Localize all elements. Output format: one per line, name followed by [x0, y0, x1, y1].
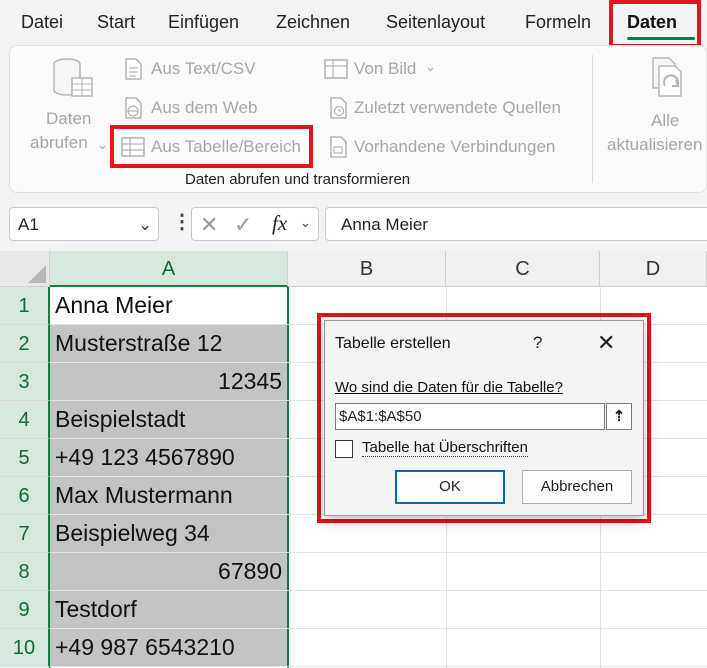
tab-formeln[interactable]: Formeln [525, 12, 591, 33]
existing-connections-icon [330, 136, 347, 158]
create-table-dialog: Tabelle erstellen ? ✕ Wo sind die Daten … [324, 320, 644, 516]
column-header-d[interactable]: D [600, 251, 707, 287]
chevron-down-icon[interactable]: ⌄ [138, 215, 152, 235]
column-header-c[interactable]: C [446, 251, 600, 287]
cell-a1[interactable]: Anna Meier [50, 287, 287, 325]
more-options-icon[interactable]: ⋮ [172, 209, 192, 234]
get-data-label-2[interactable]: abrufen [30, 133, 88, 153]
name-box[interactable]: A1 ⌄ [9, 207, 159, 241]
range-question-text: Wo sind die Daten für die Tabelle? [335, 379, 563, 396]
column-header-a[interactable]: A [50, 251, 288, 287]
from-text-csv-button[interactable]: Aus Text/CSV [151, 59, 256, 79]
highlight-daten-tab [609, 0, 701, 48]
dialog-title: Tabelle erstellen [335, 335, 451, 352]
row-header-5[interactable]: 5 [0, 439, 50, 477]
ribbon-separator [592, 55, 593, 183]
cell-a8[interactable]: 67890 [50, 553, 287, 591]
ok-button[interactable]: OK [395, 470, 505, 504]
tab-start[interactable]: Start [97, 12, 135, 33]
chevron-down-icon[interactable]: ⌄ [97, 137, 108, 153]
tab-datei[interactable]: Datei [21, 12, 63, 33]
help-icon[interactable]: ? [533, 333, 542, 353]
cancel-icon[interactable]: ✕ [200, 212, 218, 238]
refresh-all-icon[interactable] [647, 56, 689, 104]
close-icon[interactable]: ✕ [597, 330, 615, 356]
row-header-10[interactable]: 10 [0, 629, 50, 667]
picture-table-icon [324, 59, 348, 79]
recent-sources-icon [330, 97, 347, 119]
cell-a6[interactable]: Max Mustermann [50, 477, 287, 515]
grid-line [287, 590, 707, 591]
headers-checkbox-label[interactable]: Tabelle hat Überschriften [362, 439, 528, 457]
refresh-all-label-1[interactable]: Alle [651, 111, 679, 131]
existing-connections-button[interactable]: Vorhandene Verbindungen [354, 137, 555, 157]
cell-a10[interactable]: +49 987 6543210 [50, 629, 287, 667]
group-label: Daten abrufen und transformieren [185, 171, 411, 188]
row-header-8[interactable]: 8 [0, 553, 50, 591]
confirm-icon[interactable]: ✓ [234, 212, 252, 238]
tab-einfuegen[interactable]: Einfügen [168, 12, 239, 33]
grid-line [287, 666, 707, 667]
highlight-from-table-range [110, 125, 313, 168]
insert-function-icon[interactable]: fx [272, 211, 287, 236]
headers-checkbox[interactable] [335, 440, 353, 458]
cell-a2[interactable]: Musterstraße 12 [50, 325, 287, 363]
web-icon [125, 97, 142, 119]
range-input[interactable]: $A$1:$A$50 [335, 403, 605, 430]
menu-bar: Datei Start Einfügen Zeichnen Seitenlayo… [0, 0, 707, 44]
cell-a3[interactable]: 12345 [50, 363, 287, 401]
cell-a9[interactable]: Testdorf [50, 591, 287, 629]
text-file-icon [125, 58, 142, 80]
row-header-6[interactable]: 6 [0, 477, 50, 515]
from-web-button[interactable]: Aus dem Web [151, 98, 257, 118]
formula-value: Anna Meier [341, 215, 428, 234]
chevron-down-icon[interactable]: ⌄ [300, 215, 311, 231]
grid-line [287, 628, 707, 629]
row-header-9[interactable]: 9 [0, 591, 50, 629]
range-value: $A$1:$A$50 [339, 408, 422, 425]
get-data-label-1[interactable]: Daten [46, 109, 91, 129]
cell-a4[interactable]: Beispielstadt [50, 401, 287, 439]
tab-zeichnen[interactable]: Zeichnen [276, 12, 350, 33]
database-icon[interactable] [50, 56, 94, 104]
row-header-1[interactable]: 1 [0, 287, 50, 325]
from-picture-button[interactable]: Von Bild [354, 59, 416, 79]
range-question-label: Wo sind die Daten für die Tabelle? [335, 379, 563, 396]
row-header-2[interactable]: 2 [0, 325, 50, 363]
select-all-corner[interactable] [0, 251, 50, 287]
row-header-4[interactable]: 4 [0, 401, 50, 439]
row-header-3[interactable]: 3 [0, 363, 50, 401]
cell-a7[interactable]: Beispielweg 34 [50, 515, 287, 553]
formula-input[interactable]: Anna Meier [325, 207, 707, 241]
tab-seitenlayout[interactable]: Seitenlayout [386, 12, 485, 33]
chevron-down-icon[interactable]: ⌄ [425, 59, 436, 75]
formula-buttons: ✕ ✓ fx ⌄ [191, 207, 319, 241]
cancel-button[interactable]: Abbrechen [522, 470, 632, 504]
collapse-dialog-icon[interactable]: ⇡ [606, 403, 632, 430]
name-box-value: A1 [18, 215, 39, 234]
recent-sources-button[interactable]: Zuletzt verwendete Quellen [354, 98, 561, 118]
cell-a5[interactable]: +49 123 4567890 [50, 439, 287, 477]
column-header-b[interactable]: B [288, 251, 446, 287]
row-header-7[interactable]: 7 [0, 515, 50, 553]
grid-line [287, 552, 707, 553]
refresh-all-label-2[interactable]: aktualisieren [607, 135, 702, 155]
